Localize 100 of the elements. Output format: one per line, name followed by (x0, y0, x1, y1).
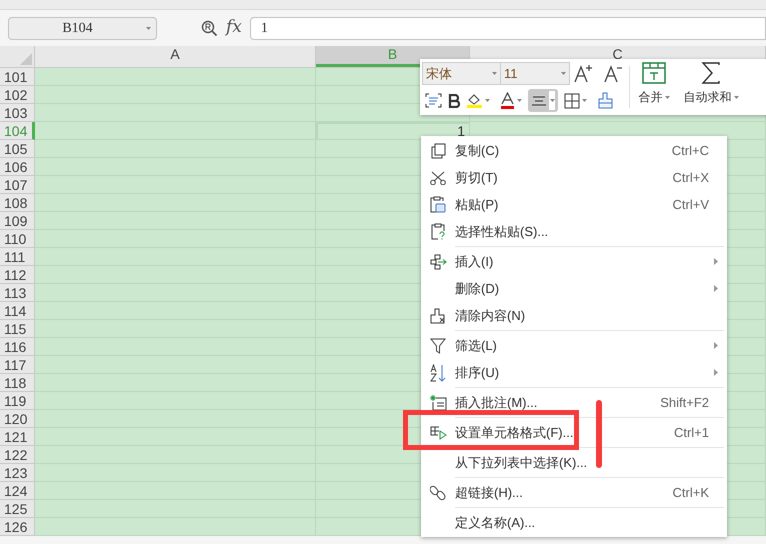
annotation-line-overlay (596, 400, 602, 468)
row-header[interactable]: 126 (0, 518, 35, 536)
dropdown-caret-icon (146, 26, 151, 30)
table-cell[interactable] (35, 374, 316, 392)
row-header[interactable]: 118 (0, 374, 35, 392)
table-cell[interactable] (35, 338, 316, 356)
sort-icon (430, 364, 446, 382)
borders-button[interactable] (564, 92, 587, 108)
table-cell[interactable] (35, 230, 316, 248)
table-cell[interactable] (35, 68, 316, 86)
menu-item[interactable]: 选择性粘贴(S)... (421, 218, 727, 245)
formula-field[interactable]: 1 (250, 16, 766, 40)
table-cell[interactable] (35, 410, 316, 428)
row-header[interactable]: 106 (0, 158, 35, 176)
format-painter-icon[interactable] (597, 92, 614, 109)
wrap-text-icon[interactable] (425, 93, 442, 108)
insert-function-button[interactable]: fx (226, 15, 242, 41)
row-header[interactable]: 105 (0, 140, 35, 158)
table-cell[interactable] (35, 104, 316, 122)
row-header[interactable]: 120 (0, 410, 35, 428)
table-cell[interactable] (35, 248, 316, 266)
row-header[interactable]: 121 (0, 428, 35, 446)
menu-item[interactable]: 插入(I) (421, 248, 727, 275)
table-cell[interactable] (35, 500, 316, 518)
font-color-button[interactable] (500, 92, 522, 109)
font-size-select[interactable]: 11 (501, 62, 570, 85)
table-cell[interactable] (35, 302, 316, 320)
menu-item[interactable]: 删除(D) (421, 275, 727, 302)
align-button[interactable] (528, 89, 558, 112)
table-cell[interactable] (35, 122, 316, 140)
table-cell[interactable] (35, 86, 316, 104)
table-cell[interactable] (35, 212, 316, 230)
row-header[interactable]: 107 (0, 176, 35, 194)
shortcut-text: Ctrl+V (672, 196, 709, 214)
table-cell[interactable] (35, 320, 316, 338)
table-cell[interactable] (35, 158, 316, 176)
row-header[interactable]: 117 (0, 356, 35, 374)
paint-bucket-icon (466, 92, 483, 109)
table-cell[interactable] (35, 392, 316, 410)
row-header[interactable]: 113 (0, 284, 35, 302)
table-cell[interactable] (35, 464, 316, 482)
row-header[interactable]: 101 (0, 68, 35, 86)
table-cell[interactable] (35, 356, 316, 374)
row-header[interactable]: 109 (0, 212, 35, 230)
caret-icon (582, 99, 587, 102)
table-cell[interactable] (35, 428, 316, 446)
scissors-icon (430, 170, 446, 184)
name-box[interactable]: B104 (8, 16, 157, 40)
menu-item[interactable]: 从下拉列表中选择(K)... (421, 449, 727, 476)
menu-item[interactable]: 超链接(H)... Ctrl+K (421, 479, 727, 506)
eraser-icon (430, 308, 446, 324)
shortcut-text: Shift+F2 (660, 394, 709, 412)
zoom-icon[interactable] (201, 20, 218, 36)
fill-color-button[interactable] (466, 92, 490, 109)
bold-icon[interactable] (448, 94, 460, 108)
shortcut-text: Ctrl+K (672, 484, 709, 502)
name-box-text: B104 (61, 20, 94, 38)
caret-icon (517, 99, 522, 102)
row-header[interactable]: 125 (0, 500, 35, 518)
selected-cell[interactable]: 1 (316, 122, 470, 140)
menu-item[interactable]: 清除内容(N) (421, 302, 727, 329)
comment-icon (430, 394, 446, 410)
submenu-arrow-icon (714, 369, 718, 376)
table-cell[interactable] (35, 140, 316, 158)
table-cell[interactable] (35, 518, 316, 536)
row-header[interactable]: 114 (0, 302, 35, 320)
menu-item[interactable]: 排序(U) (421, 359, 727, 386)
row-header[interactable]: 103 (0, 104, 35, 122)
row-header[interactable]: 123 (0, 464, 35, 482)
align-center-icon (531, 96, 547, 106)
table-cell[interactable] (35, 482, 316, 500)
table-cell[interactable] (35, 266, 316, 284)
row-header[interactable]: 124 (0, 482, 35, 500)
menu-item[interactable]: 定义名称(A)... (421, 509, 727, 536)
row-header[interactable]: 122 (0, 446, 35, 464)
menu-item[interactable]: 剪切(T) Ctrl+X (421, 164, 727, 191)
table-cell[interactable] (35, 176, 316, 194)
shortcut-text: Ctrl+X (672, 168, 709, 187)
increase-font-icon[interactable] (573, 64, 593, 84)
font-select[interactable]: 宋体 (422, 62, 501, 85)
row-header[interactable]: 119 (0, 392, 35, 410)
menu-item[interactable]: 筛选(L) (421, 332, 727, 359)
submenu-arrow-icon (714, 342, 718, 349)
clipboard-question-icon (430, 223, 446, 240)
row-header[interactable]: 115 (0, 320, 35, 338)
row-header[interactable]: 112 (0, 266, 35, 284)
row-header[interactable]: 102 (0, 86, 35, 104)
row-header[interactable]: 108 (0, 194, 35, 212)
table-cell[interactable] (35, 284, 316, 302)
table-cell[interactable] (35, 194, 316, 212)
cell-format-icon (430, 426, 446, 440)
row-header[interactable]: 110 (0, 230, 35, 248)
menu-item[interactable]: 粘贴(P) Ctrl+V (421, 191, 727, 218)
insert-cells-icon (430, 254, 446, 270)
table-cell[interactable] (35, 446, 316, 464)
row-header[interactable]: 116 (0, 338, 35, 356)
decrease-font-icon[interactable] (603, 64, 623, 84)
clipboard-icon (430, 196, 446, 213)
caret-icon (485, 99, 490, 102)
row-header[interactable]: 111 (0, 248, 35, 266)
